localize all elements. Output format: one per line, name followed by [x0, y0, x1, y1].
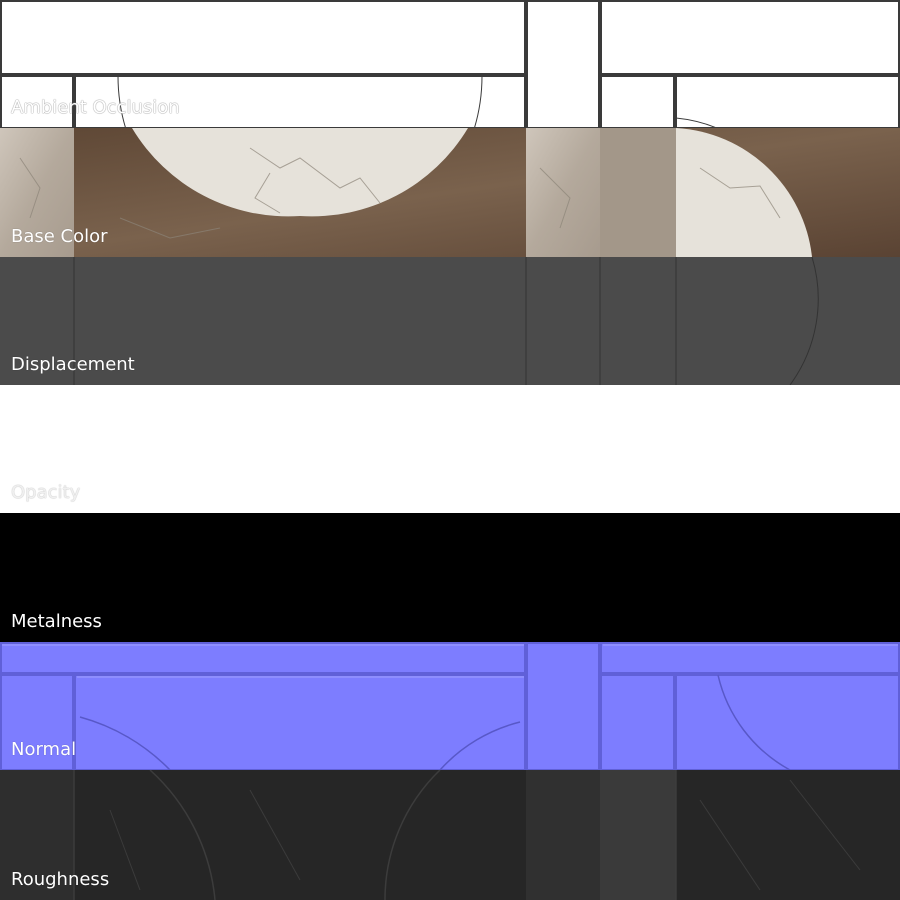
opacity-label: Opacity	[11, 482, 81, 503]
roughness-tiles	[0, 770, 861, 900]
base-color-tiles	[0, 128, 900, 257]
roughness-label: Roughness	[11, 869, 110, 890]
base-color-band: Base Color	[0, 128, 900, 257]
metalness-label: Metalness	[11, 611, 102, 632]
base-color-label: Base Color	[11, 226, 108, 247]
displacement-lines	[73, 257, 819, 385]
displacement-band: Displacement	[0, 257, 900, 385]
normal-tiles	[0, 642, 900, 770]
displacement-label: Displacement	[11, 354, 135, 375]
ambient-occlusion-label: Ambient Occlusion	[11, 97, 180, 118]
normal-band: Normal	[0, 642, 900, 770]
normal-label: Normal	[11, 739, 77, 760]
ambient-occlusion-band: Ambient Occlusion	[0, 0, 900, 128]
opacity-band: Opacity	[0, 385, 900, 513]
roughness-band: Roughness	[0, 770, 900, 900]
texture-map-sheet: Ambient Occlusion Base Color Displacemen…	[0, 0, 900, 900]
metalness-band: Metalness	[0, 513, 900, 642]
